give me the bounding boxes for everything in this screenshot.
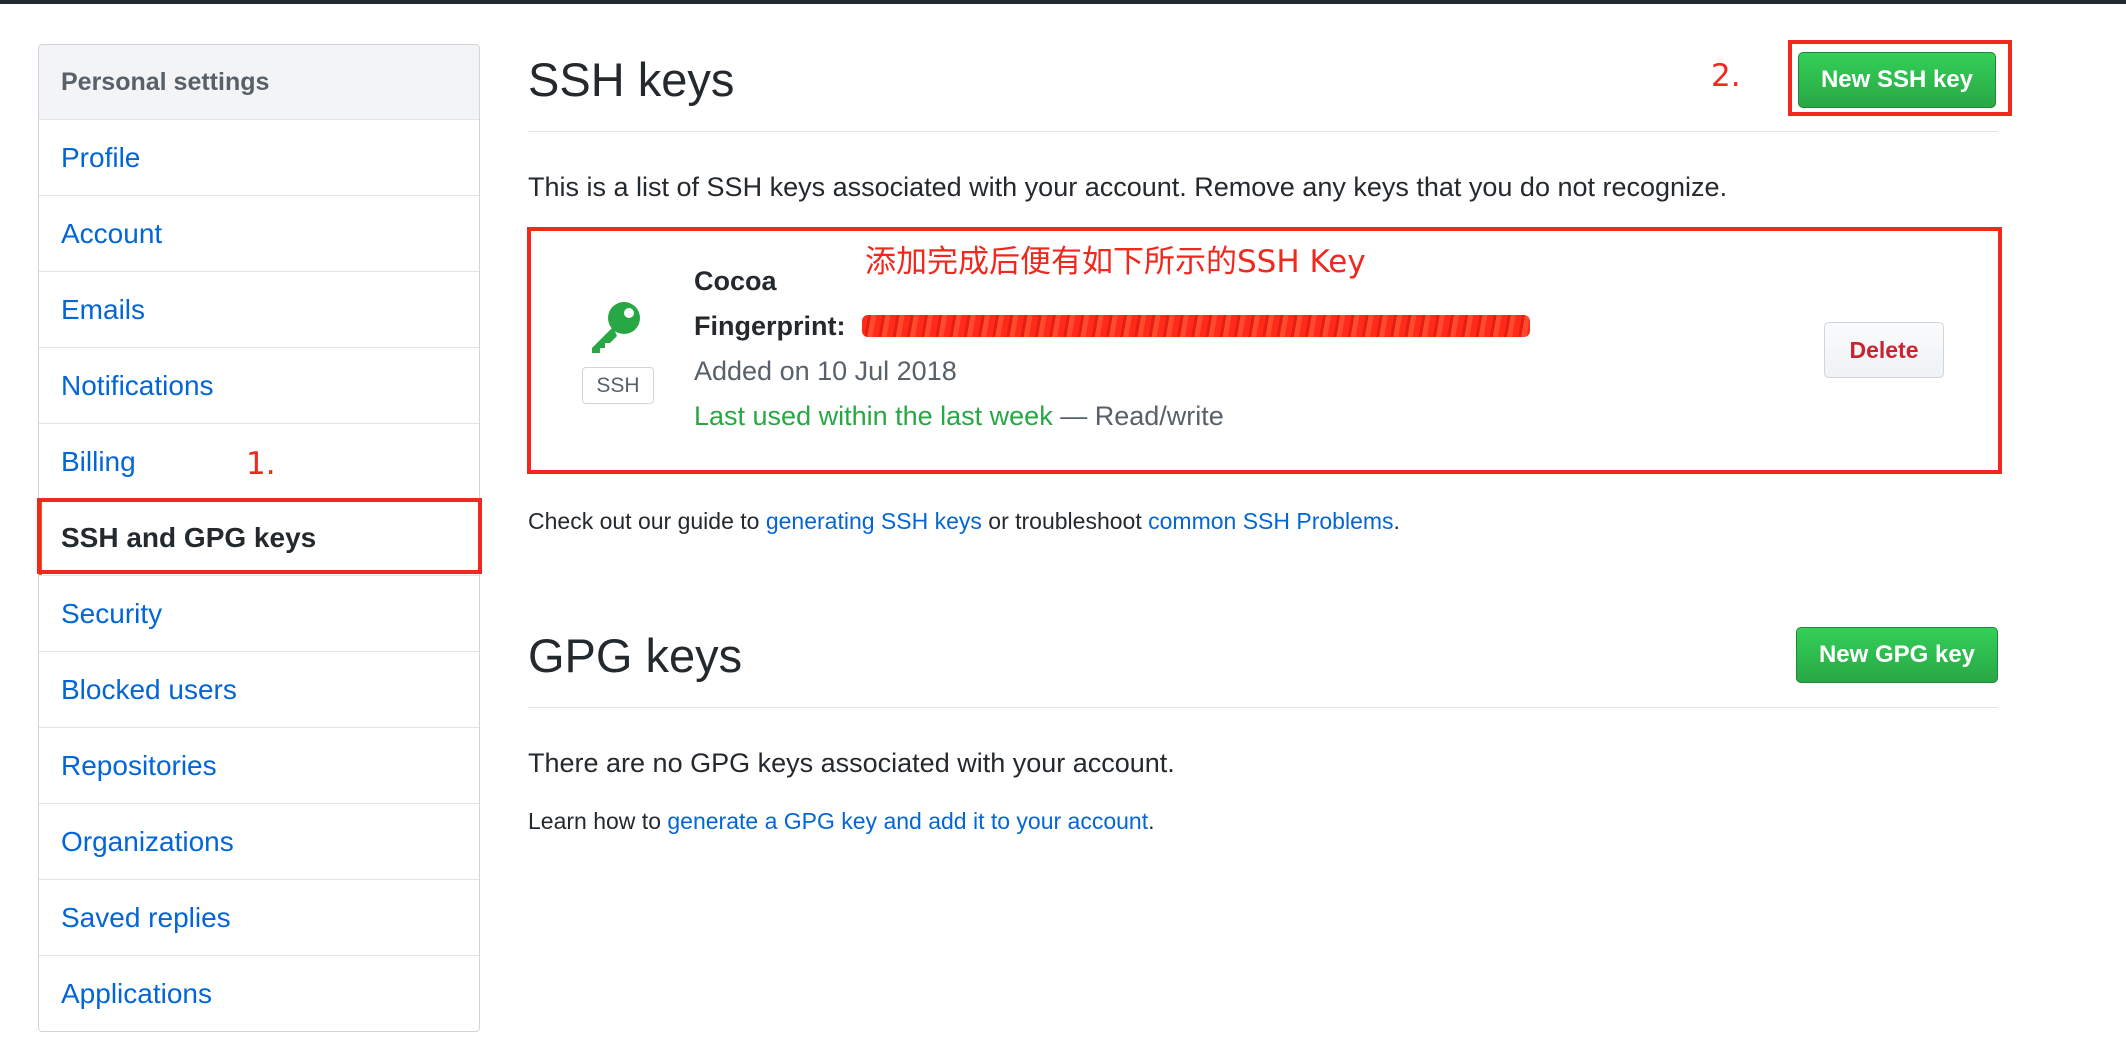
gpg-keys-title: GPG keys xyxy=(528,629,743,682)
sidebar-item-repositories[interactable]: Repositories xyxy=(39,728,479,804)
common-ssh-problems-link[interactable]: common SSH Problems xyxy=(1148,508,1393,534)
new-gpg-key-button[interactable]: New GPG key xyxy=(1796,627,1998,683)
ssh-key-last-used: Last used within the last week — Read/wr… xyxy=(694,401,1224,432)
ssh-intro-text: This is a list of SSH keys associated wi… xyxy=(528,172,1728,202)
sidebar-item-emails[interactable]: Emails xyxy=(39,272,479,348)
fingerprint-label: Fingerprint: xyxy=(694,311,846,341)
sidebar-item-profile[interactable]: Profile xyxy=(39,120,479,196)
annotation-step-1: 1. xyxy=(246,446,276,482)
delete-ssh-key-button[interactable]: Delete xyxy=(1824,322,1944,378)
gpg-learn-text: Learn how to generate a GPG key and add … xyxy=(528,808,1155,835)
generating-ssh-keys-link[interactable]: generating SSH keys xyxy=(766,508,982,534)
guide-suffix: . xyxy=(1393,508,1400,534)
sidebar-item-saved-replies[interactable]: Saved replies xyxy=(39,880,479,956)
key-icon xyxy=(586,296,646,356)
gpg-empty-text: There are no GPG keys associated with yo… xyxy=(528,748,1175,778)
guide-middle: or troubleshoot xyxy=(981,508,1149,534)
sidebar-item-applications[interactable]: Applications xyxy=(39,956,479,1031)
sidebar-item-security[interactable]: Security xyxy=(39,576,479,652)
ssh-keys-title: SSH keys xyxy=(528,53,735,106)
sidebar-item-notifications[interactable]: Notifications xyxy=(39,348,479,424)
generate-gpg-key-link[interactable]: generate a GPG key and add it to your ac… xyxy=(667,808,1148,834)
ssh-divider xyxy=(528,131,1998,132)
top-bar xyxy=(0,0,2126,4)
new-ssh-key-button[interactable]: New SSH key xyxy=(1798,52,1996,108)
annotation-step-2: 2. xyxy=(1711,58,1741,94)
learn-suffix: . xyxy=(1148,808,1155,834)
ssh-key-name: Cocoa xyxy=(694,266,777,296)
sidebar-item-organizations[interactable]: Organizations xyxy=(39,804,479,880)
sidebar-header: Personal settings xyxy=(39,45,479,120)
guide-prefix: Check out our guide to xyxy=(528,508,766,534)
ssh-guide-text: Check out our guide to generating SSH ke… xyxy=(528,508,1400,535)
last-used-text: Last used within the last week xyxy=(694,401,1053,431)
sidebar-item-account[interactable]: Account xyxy=(39,196,479,272)
ssh-badge: SSH xyxy=(582,367,654,404)
settings-sidebar: Personal settings Profile Account Emails… xyxy=(38,44,480,1032)
sidebar-item-blocked-users[interactable]: Blocked users xyxy=(39,652,479,728)
access-level: — Read/write xyxy=(1052,401,1224,431)
sidebar-item-ssh-gpg-keys[interactable]: SSH and GPG keys xyxy=(39,500,479,576)
gpg-divider xyxy=(528,707,1998,708)
learn-prefix: Learn how to xyxy=(528,808,668,834)
fingerprint-redaction xyxy=(862,315,1530,337)
ssh-key-added-date: Added on 10 Jul 2018 xyxy=(694,356,957,386)
annotation-key-note: 添加完成后便有如下所示的SSH Key xyxy=(865,244,1366,280)
